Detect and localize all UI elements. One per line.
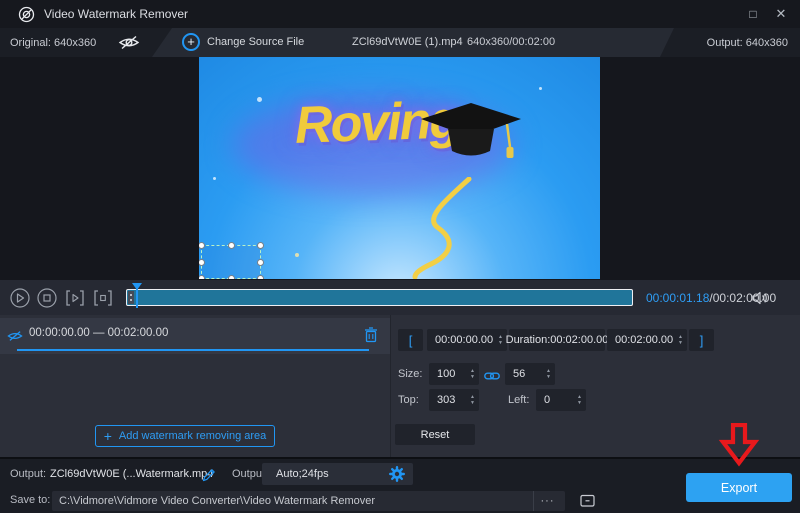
source-filename: ZCl69dVtW0E (1).mp4 [352, 36, 463, 48]
duration-label: Duration:00:02:00.00 [506, 334, 609, 346]
add-area-label: Add watermark removing area [119, 430, 266, 442]
end-time-spinner[interactable]: ▲▼ [678, 335, 683, 346]
play-segment-button[interactable] [64, 289, 86, 311]
format-dropdown[interactable]: Auto;24fps [262, 463, 413, 485]
playhead-line [136, 284, 138, 308]
selection-handle[interactable] [199, 275, 205, 279]
stop-button[interactable] [36, 287, 58, 309]
export-button[interactable]: Export [686, 473, 792, 502]
timeline-slider[interactable] [126, 289, 633, 306]
segment-timeline-bar [17, 349, 369, 351]
left-field[interactable]: 0 ▲▼ [536, 389, 586, 411]
link-dimensions-icon[interactable] [484, 368, 500, 386]
left-label: Left: [508, 394, 529, 406]
top-field[interactable]: 303 ▲▼ [429, 389, 479, 411]
timeline-grip[interactable] [128, 291, 134, 304]
watermark-squiggle [385, 177, 485, 279]
plus-icon: + [104, 430, 112, 442]
footer-bar: Output: ZCl69dVtW0E (...Watermark.mp4 Ou… [0, 457, 800, 513]
size-height-value: 56 [505, 368, 525, 380]
format-settings-gear-icon[interactable] [389, 466, 405, 482]
sparkle-dot [213, 177, 216, 180]
panel-divider [390, 315, 391, 457]
output-name-label: Output: [10, 468, 46, 480]
left-value: 0 [536, 394, 550, 406]
output-info-section: Output: 640x360 [660, 28, 800, 57]
start-time-spinner[interactable]: ▲▼ [498, 335, 503, 346]
selection-handle[interactable] [199, 259, 205, 266]
top-label: Top: [398, 394, 419, 406]
watermark-time-range: 00:00:00.00 — 00:02:00.00 [29, 327, 168, 339]
selection-handle[interactable] [199, 242, 205, 249]
stop-segment-button[interactable] [92, 289, 114, 311]
output-resolution-label: Output: 640x360 [707, 37, 788, 49]
edit-filename-icon[interactable] [202, 467, 217, 487]
toolbar: Original: 640x360 + Change Source File Z… [0, 28, 800, 57]
video-preview: Roving [199, 57, 600, 279]
original-info-section: Original: 640x360 [0, 28, 172, 57]
selection-handle[interactable] [228, 275, 235, 279]
start-time-value: 00:00:00.00 [427, 334, 493, 346]
current-time: 00:00:01.18 [646, 291, 709, 305]
maximize-button[interactable]: □ [742, 5, 764, 23]
graduation-cap-icon [421, 103, 521, 172]
source-resolution-duration: 640x360/00:02:00 [467, 36, 555, 48]
selection-handle[interactable] [257, 275, 264, 279]
hide-watermark-eye-icon[interactable] [7, 329, 23, 347]
end-time-field[interactable]: 00:02:00.00 ▲▼ [607, 329, 687, 351]
close-button[interactable]: ✕ [770, 5, 792, 23]
transport-bar: 00:00:01.18/00:02:00.00 [0, 280, 800, 315]
selection-handle[interactable] [228, 242, 235, 249]
play-button[interactable] [9, 287, 31, 309]
reset-button[interactable]: Reset [395, 424, 475, 445]
top-spinner[interactable]: ▲▼ [470, 395, 475, 406]
delete-area-icon[interactable] [364, 327, 378, 348]
size-width-spinner[interactable]: ▲▼ [470, 369, 475, 380]
app-logo-icon [18, 6, 35, 28]
duration-box: Duration:00:02:00.00 [509, 329, 605, 351]
add-source-icon[interactable]: + [182, 33, 200, 51]
set-end-bracket-button[interactable]: ] [689, 329, 714, 351]
start-time-field[interactable]: 00:00:00.00 ▲▼ [427, 329, 507, 351]
original-resolution-label: Original: 640x360 [10, 37, 96, 49]
selection-handle[interactable] [257, 259, 264, 266]
title-bar: Video Watermark Remover □ ✕ [0, 0, 800, 28]
sparkle-dot [539, 87, 542, 90]
preview-original-eye-icon[interactable] [118, 35, 140, 50]
format-value: Auto;24fps [262, 468, 329, 480]
size-height-spinner[interactable]: ▲▼ [546, 369, 551, 380]
add-watermark-area-button[interactable]: + Add watermark removing area [95, 425, 275, 447]
edit-panels: 00:00:00.00 — 00:02:00.00 + Add watermar… [0, 315, 800, 457]
browse-more-button[interactable]: ··· [533, 491, 561, 511]
save-path-value: C:\Vidmore\Vidmore Video Converter\Video… [52, 495, 375, 507]
size-width-field[interactable]: 100 ▲▼ [429, 363, 479, 385]
sparkle-dot [295, 253, 299, 257]
top-value: 303 [429, 394, 455, 406]
selection-handle[interactable] [257, 242, 264, 249]
left-spinner[interactable]: ▲▼ [577, 395, 582, 406]
volume-icon[interactable] [752, 291, 769, 310]
open-folder-icon[interactable] [578, 492, 597, 513]
save-path-field[interactable]: C:\Vidmore\Vidmore Video Converter\Video… [52, 491, 565, 511]
app-title: Video Watermark Remover [44, 7, 188, 21]
end-time-value: 00:02:00.00 [607, 334, 673, 346]
size-height-field[interactable]: 56 ▲▼ [505, 363, 555, 385]
watermark-area-row[interactable]: 00:00:00.00 — 00:02:00.00 [0, 318, 390, 354]
size-width-value: 100 [429, 368, 455, 380]
change-source-file-button[interactable]: Change Source File [207, 36, 304, 48]
set-start-bracket-button[interactable]: [ [398, 329, 423, 351]
output-filename: ZCl69dVtW0E (...Watermark.mp4 [50, 468, 213, 480]
save-to-label: Save to: [10, 494, 50, 506]
watermark-selection-box[interactable] [201, 245, 261, 279]
size-label: Size: [398, 368, 422, 380]
